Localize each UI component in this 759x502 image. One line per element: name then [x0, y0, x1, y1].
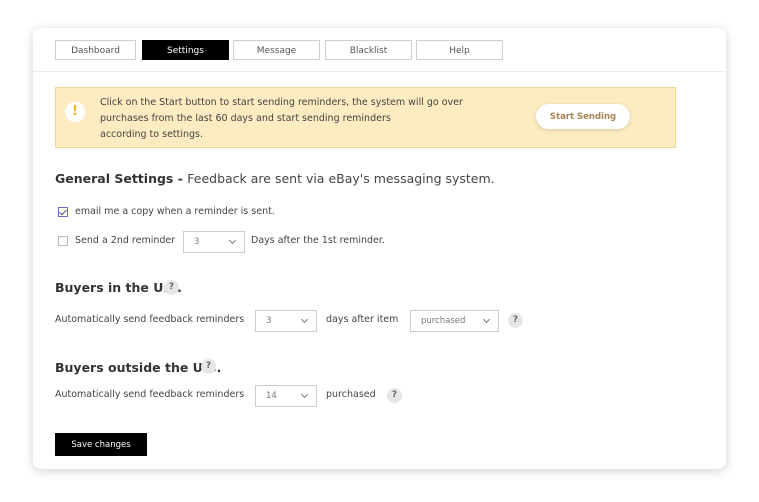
second-reminder-days-select[interactable]: 3 [183, 231, 245, 253]
chevron-down-icon [300, 390, 309, 399]
chevron-down-icon [482, 315, 491, 324]
outside-buyers-title: Buyers outside the U.S. [55, 360, 222, 375]
us-buyers-title: Buyers in the U.S. [55, 280, 182, 295]
alert-line: Click on the Start button to start sendi… [100, 97, 463, 108]
select-value: 14 [266, 391, 277, 401]
settings-panel: Dashboard Settings Message Blacklist Hel… [33, 28, 726, 469]
email-copy-row: email me a copy when a reminder is sent. [55, 202, 455, 224]
email-copy-checkbox[interactable] [58, 207, 68, 217]
warning-icon: ! [65, 102, 85, 122]
general-settings-heading: General Settings - Feedback are sent via… [55, 171, 495, 186]
tab-help[interactable]: Help [416, 40, 503, 60]
chevron-down-icon [300, 315, 309, 324]
outside-days-select[interactable]: 14 [255, 385, 317, 407]
select-value: 3 [266, 316, 272, 326]
second-reminder-row: Send a 2nd reminder 3 Days after the 1st… [55, 231, 555, 253]
second-reminder-checkbox[interactable] [58, 236, 68, 246]
general-settings-title: General Settings - [55, 171, 188, 186]
email-copy-label: email me a copy when a reminder is sent. [75, 206, 275, 217]
tab-blacklist[interactable]: Blacklist [325, 40, 412, 60]
start-sending-button[interactable]: Start Sending [536, 104, 630, 129]
outside-help-icon[interactable]: ? [201, 359, 216, 374]
us-days-after-label: days after item [326, 314, 399, 325]
outside-reminder-row: Automatically send feedback reminders 14… [55, 385, 555, 407]
select-value: 3 [194, 237, 200, 247]
save-changes-button[interactable]: Save changes [55, 433, 147, 456]
select-value: purchased [421, 316, 466, 326]
us-buyers-heading: Buyers in the U.S. [55, 280, 182, 295]
tab-message[interactable]: Message [233, 40, 320, 60]
outside-purchased-label: purchased [326, 389, 376, 400]
outside-purchased-help-icon[interactable]: ? [387, 388, 402, 403]
alert-message: Click on the Start button to start sendi… [100, 95, 480, 143]
general-settings-subtitle: Feedback are sent via eBay's messaging s… [187, 171, 495, 186]
alert-line: according to settings. [100, 129, 204, 140]
tab-settings[interactable]: Settings [142, 40, 229, 60]
outside-reminder-label: Automatically send feedback reminders [55, 389, 245, 400]
us-event-select[interactable]: purchased [410, 310, 499, 332]
chevron-down-icon [228, 236, 237, 245]
us-reminder-label: Automatically send feedback reminders [55, 314, 245, 325]
us-days-select[interactable]: 3 [255, 310, 317, 332]
outside-buyers-heading: Buyers outside the U.S. [55, 360, 221, 375]
tab-divider [33, 71, 726, 72]
us-reminder-row: Automatically send feedback reminders 3 … [55, 310, 555, 332]
us-event-help-icon[interactable]: ? [508, 313, 523, 328]
start-alert: ! Click on the Start button to start sen… [55, 87, 676, 148]
alert-line: purchases from the last 60 days and star… [100, 113, 391, 124]
us-help-icon[interactable]: ? [164, 280, 179, 295]
second-reminder-suffix: Days after the 1st reminder. [251, 235, 385, 246]
tab-dashboard[interactable]: Dashboard [55, 40, 136, 60]
second-reminder-label: Send a 2nd reminder [75, 235, 176, 246]
